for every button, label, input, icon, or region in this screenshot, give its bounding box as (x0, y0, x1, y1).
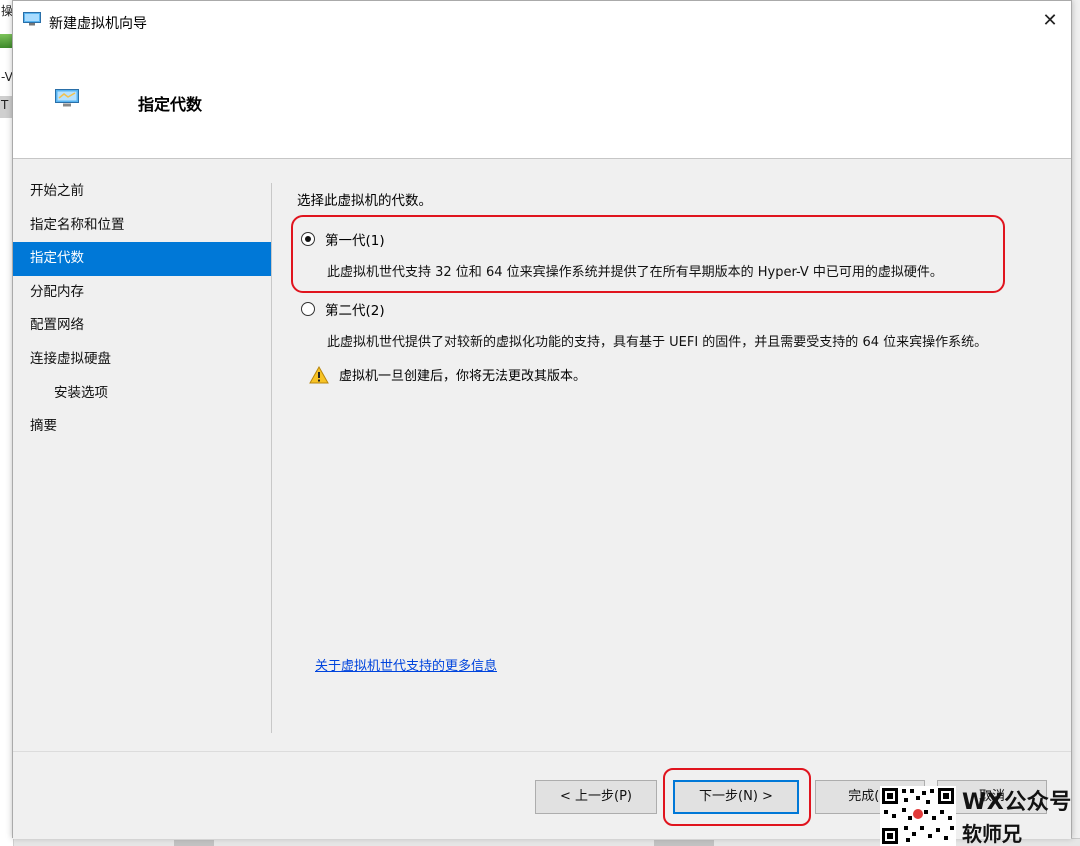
close-button[interactable]: ✕ (1035, 7, 1065, 35)
window-title: 新建虚拟机向导 (49, 16, 147, 32)
nav-item-network[interactable]: 配置网络 (13, 309, 271, 343)
title-bar: 新建虚拟机向导 ✕ (13, 1, 1071, 41)
nav-item-memory[interactable]: 分配内存 (13, 276, 271, 310)
new-vm-wizard-dialog: 新建虚拟机向导 ✕ 指定代数 开始之前 指定名称和位置 指定代数 分配内存 配置… (12, 0, 1072, 839)
watermark-line2: 软师兄 (962, 822, 1022, 846)
background-scroll-thumb (174, 840, 214, 846)
nav-item-summary[interactable]: 摘要 (13, 410, 271, 444)
gen2-radio[interactable] (301, 302, 315, 316)
nav-item-label: 摘要 (30, 418, 57, 435)
gen1-radio[interactable] (301, 232, 315, 246)
gen2-description: 此虚拟机世代提供了对较新的虚拟化功能的支持，具有基于 UEFI 的固件，并且需要… (327, 335, 988, 350)
nav-divider (271, 183, 272, 733)
gen1-radio-option[interactable]: 第一代(1) (301, 229, 385, 249)
warning-icon (309, 365, 329, 383)
watermark-line1: WX公众号 (962, 790, 1072, 815)
page-title: 指定代数 (138, 95, 203, 114)
background-toolbar-icon (0, 34, 12, 48)
gen1-description: 此虚拟机世代支持 32 位和 64 位来宾操作系统并提供了在所有早期版本的 Hy… (327, 265, 943, 280)
previous-button[interactable]: < 上一步(P) (535, 780, 657, 814)
generation-info-link[interactable]: 关于虚拟机世代支持的更多信息 (315, 655, 497, 674)
nav-item-name-location[interactable]: 指定名称和位置 (13, 209, 271, 243)
gen2-radio-option[interactable]: 第二代(2) (301, 299, 385, 319)
wizard-steps-nav: 开始之前 指定名称和位置 指定代数 分配内存 配置网络 连接虚拟硬盘 安装选项 … (13, 175, 271, 444)
gen2-label: 第二代(2) (325, 303, 385, 319)
nav-item-install-options[interactable]: 安装选项 (13, 377, 271, 411)
highlight-box-gen1 (291, 215, 1005, 293)
background-scroll-thumb (654, 840, 714, 846)
qr-code-icon (880, 786, 956, 846)
generation-prompt: 选择此虚拟机的代数。 (297, 193, 432, 209)
close-icon: ✕ (1042, 10, 1058, 31)
background-fragment: T (1, 98, 9, 112)
nav-item-label: 开始之前 (30, 183, 84, 199)
nav-item-label: 指定代数 (30, 250, 84, 267)
nav-item-before-you-begin[interactable]: 开始之前 (13, 175, 271, 209)
nav-item-generation[interactable]: 指定代数 (13, 242, 271, 276)
wizard-header: 指定代数 (13, 41, 1071, 159)
next-button[interactable]: 下一步(N) > (673, 780, 799, 814)
nav-item-label: 配置网络 (30, 317, 84, 334)
nav-item-label: 分配内存 (30, 283, 84, 300)
version-warning: 虚拟机一旦创建后，你将无法更改其版本。 (309, 365, 586, 384)
gen1-label: 第一代(1) (325, 233, 385, 249)
nav-item-label: 安装选项 (54, 384, 108, 401)
warning-text: 虚拟机一旦创建后，你将无法更改其版本。 (339, 369, 587, 384)
nav-item-virtual-disk[interactable]: 连接虚拟硬盘 (13, 343, 271, 377)
hyperv-vm-icon (23, 12, 41, 26)
hyperv-vm-icon (55, 89, 79, 107)
nav-item-label: 连接虚拟硬盘 (30, 350, 111, 367)
nav-item-label: 指定名称和位置 (30, 216, 125, 233)
